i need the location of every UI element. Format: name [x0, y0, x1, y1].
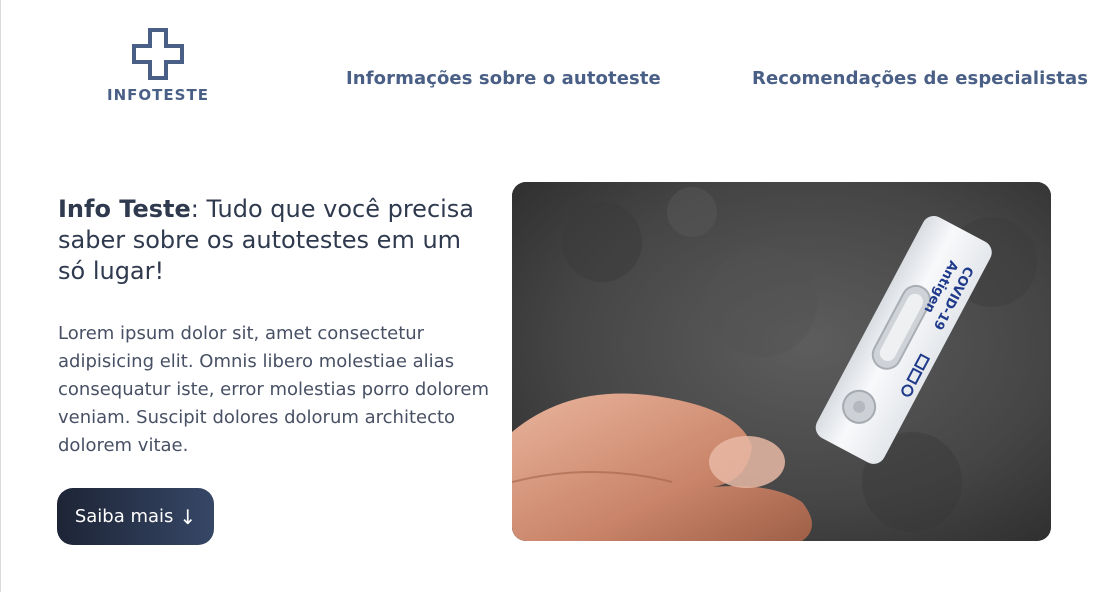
learn-more-button[interactable]: Saiba mais ↓ — [57, 488, 214, 545]
nav-link-expert-recommendations[interactable]: Recomendações de especialistas — [752, 68, 1088, 89]
brand-name: INFOTESTE — [107, 86, 209, 104]
hero-title-brand: Info Teste — [58, 195, 191, 223]
learn-more-label: Saiba mais — [74, 506, 174, 527]
logo[interactable]: INFOTESTE — [100, 28, 216, 104]
hero-description: Lorem ipsum dolor sit, amet consectetur … — [58, 323, 489, 456]
medical-cross-icon — [132, 28, 184, 80]
nav-link-self-test-info[interactable]: Informações sobre o autoteste — [346, 68, 661, 89]
hero-title: Info Teste: Tudo que você precisa saber … — [58, 194, 478, 287]
arrow-down-icon: ↓ — [179, 504, 197, 529]
page-edge — [0, 0, 1, 592]
covid-test-photo: COVID-19 Antigen — [512, 182, 1051, 541]
